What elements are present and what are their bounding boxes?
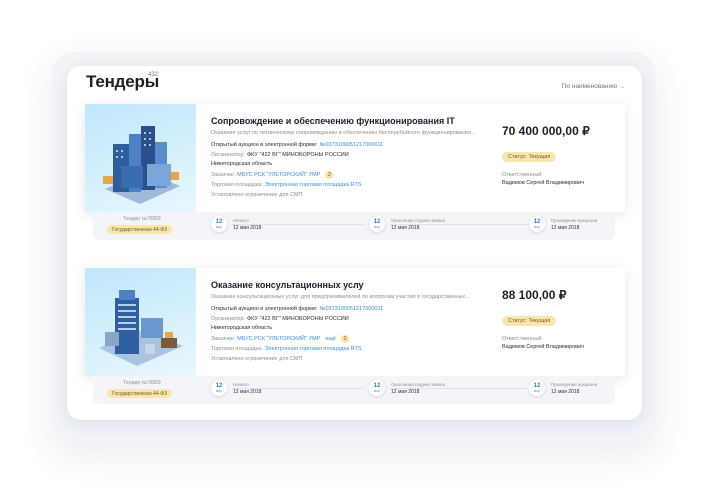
auction-number-link[interactable]: №0373100051217000011: [320, 306, 384, 312]
tender-number: Тендер №76859: [123, 380, 161, 386]
responsible-name: Вадимов Сергей Владимирович: [502, 344, 584, 350]
platform-label: Торговая площадка:: [211, 346, 263, 353]
tender-price: 88 100,00 ₽: [502, 288, 567, 302]
tender-thumbnail: [85, 268, 196, 376]
organizer-value: ФКУ "422 ВГ" МИНОБОРОНЫ РОССИИ: [246, 151, 349, 158]
tender-details: Сопровождение и обеспечению функциониров…: [211, 116, 501, 202]
customer-more-link[interactable]: ещё: [325, 336, 336, 342]
auction-label: Открытый аукцион в электронной форме:: [211, 306, 318, 312]
tender-summary: 70 400 000,00 ₽ Статус: Текущая Ответств…: [501, 104, 625, 212]
stage-deadline: 12 мар Окончание подачи заявок 12 мая 2018: [369, 216, 445, 232]
responsible-label: Ответственный:: [502, 172, 543, 178]
organizer-label: Организатор:: [211, 151, 245, 158]
customer-link[interactable]: МБУС РСК "УЛЕТОРСКИЙ" УМР: [237, 172, 320, 178]
tender-number: Тендер №76859: [123, 216, 161, 222]
tender-card[interactable]: Оказание консультационных услу Оказание …: [85, 268, 625, 376]
tender-timeline: Тендер №76859 Государственная 44-ФЗ 12 ма…: [93, 212, 615, 240]
stage-date: 12 мая 2018: [233, 388, 262, 395]
calendar-day-icon: 12 мар: [529, 380, 545, 396]
customer-link[interactable]: МБУС РСК "УЛЕТОРСКИЙ" УМР: [237, 336, 320, 342]
organizer-label: Организатор:: [211, 315, 245, 322]
organizer-line: Организатор: ФКУ "422 ВГ" МИНОБОРОНЫ РОС…: [211, 316, 501, 322]
tender-thumbnail: [85, 104, 196, 212]
restriction-line: Установлено ограничение для СМП: [211, 191, 303, 198]
restriction-line: Установлено ограничение для СМП: [211, 355, 303, 362]
tender-count: 432: [148, 72, 159, 78]
region-value: Нижегородская область: [211, 325, 273, 332]
customer-line: Заказчик: МБУС РСК "УЛЕТОРСКИЙ" УМР 2: [211, 170, 501, 179]
stage-label: Начало: [233, 217, 249, 223]
tender-type-badge: Государственная 44-ФЗ: [107, 225, 173, 234]
customer-extra-badge[interactable]: 2: [341, 334, 349, 343]
sort-dropdown[interactable]: По наименованию ⌄: [562, 83, 625, 90]
status-badge: Статус: Текущая: [502, 152, 557, 162]
customer-label: Заказчик:: [211, 335, 236, 342]
auction-line: Открытый аукцион в электронной форме: №0…: [211, 306, 501, 312]
stage-label: Окончание подачи заявок: [391, 217, 445, 223]
region-line: Нижегородская область: [211, 325, 501, 331]
office-illustration: [99, 290, 183, 366]
auction-label: Открытый аукцион в электронной форме:: [211, 142, 318, 148]
tender-description: Оказание услуг по техническому сопровожд…: [211, 130, 476, 136]
organizer-value: ФКУ "422 ВГ" МИНОБОРОНЫ РОССИИ: [246, 315, 349, 322]
stage-auction: 12 мар Проведение аукциона 12 мая 2018: [529, 380, 597, 396]
calendar-day-icon: 12 мар: [369, 380, 385, 396]
calendar-day-icon: 12 мар: [211, 380, 227, 396]
stage-auction: 12 мар Проведение аукциона 12 мая 2018: [529, 216, 597, 232]
platform-link[interactable]: Электронная торговая площадка RTS: [265, 182, 362, 188]
tender-details: Оказание консультационных услу Оказание …: [211, 280, 501, 366]
platform-line: Торговая площадка: Электронная торговая …: [211, 182, 501, 188]
stage-start: 12 мар Начало 12 мая 2018: [211, 380, 261, 396]
responsible-name: Вадимов Сергей Владимирович: [502, 180, 584, 186]
stage-date: 12 мая 2018: [551, 388, 580, 395]
platform-link[interactable]: Электронная торговая площадка RTS: [265, 346, 362, 352]
tender-title[interactable]: Сопровождение и обеспечению функциониров…: [211, 116, 501, 126]
city-illustration: [103, 126, 180, 204]
platform-label: Торговая площадка:: [211, 182, 263, 189]
stage-label: Проведение аукциона: [551, 381, 598, 387]
customer-label: Заказчик:: [211, 171, 236, 178]
tender-description: Оказание консультационных услуг для пред…: [211, 294, 470, 300]
region-value: Нижегородская область: [211, 161, 273, 168]
auction-number-link[interactable]: №0373100051217000011: [320, 142, 384, 148]
stage-label: Окончание подачи заявок: [391, 381, 445, 387]
calendar-day-icon: 12 мар: [369, 216, 385, 232]
customer-extra-badge[interactable]: 2: [325, 170, 334, 179]
stage-deadline: 12 мар Окончание подачи заявок 12 мая 2018: [369, 380, 445, 396]
stage-date: 12 мая 2018: [391, 224, 420, 231]
stage-date: 12 мая 2018: [233, 224, 262, 231]
chevron-down-icon: ⌄: [619, 84, 625, 90]
stage-date: 12 мая 2018: [551, 224, 580, 231]
customer-line: Заказчик: МБУС РСК "УЛЕТОРСКИЙ" УМР ещё …: [211, 334, 501, 343]
sort-label: По наименованию: [561, 83, 617, 90]
stage-label: Начало: [233, 381, 249, 387]
calendar-day-icon: 12 мар: [529, 216, 545, 232]
stage-start: 12 мар Начало 12 мая 2018: [211, 216, 261, 232]
stage-date: 12 мая 2018: [391, 388, 420, 395]
calendar-day-icon: 12 мар: [211, 216, 227, 232]
tender-summary: 88 100,00 ₽ Статус: Текущая Ответственны…: [501, 268, 625, 376]
platform-line: Торговая площадка: Электронная торговая …: [211, 346, 501, 352]
region-line: Нижегородская область: [211, 161, 501, 167]
responsible-label: Ответственный:: [502, 336, 543, 342]
tender-title[interactable]: Оказание консультационных услу: [211, 280, 501, 290]
page-header: Тендеры 432: [86, 72, 159, 92]
auction-line: Открытый аукцион в электронной форме: №0…: [211, 142, 501, 148]
status-badge: Статус: Текущая: [502, 316, 557, 326]
stage-label: Проведение аукциона: [551, 217, 598, 223]
tender-card[interactable]: Сопровождение и обеспечению функциониров…: [85, 104, 625, 212]
tender-type-badge: Государственная 44-ФЗ: [107, 389, 173, 398]
organizer-line: Организатор: ФКУ "422 ВГ" МИНОБОРОНЫ РОС…: [211, 152, 501, 158]
tender-timeline: Тендер №76859 Государственная 44-ФЗ 12 ма…: [93, 376, 615, 404]
tender-price: 70 400 000,00 ₽: [502, 124, 590, 138]
